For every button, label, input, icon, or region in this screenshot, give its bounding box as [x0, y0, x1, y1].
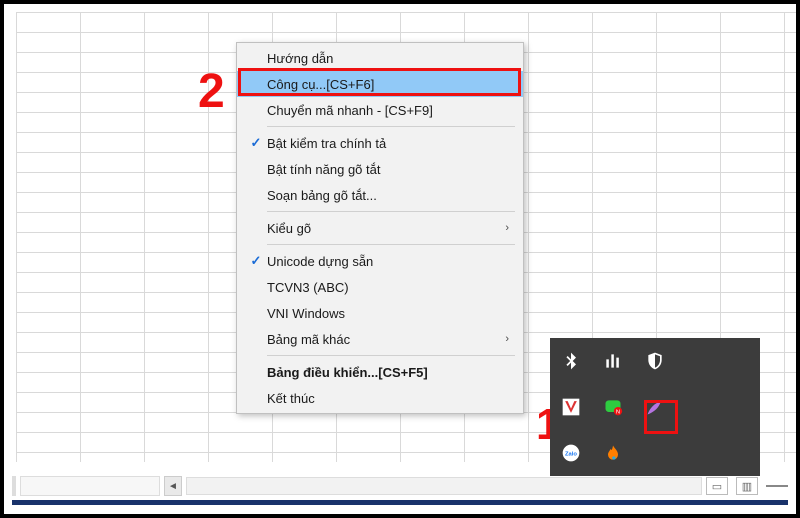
menu-separator — [267, 126, 515, 127]
menu-item-label: Bật tính năng gõ tắt — [267, 162, 497, 177]
menu-item[interactable]: Kết thúc — [237, 385, 523, 411]
menu-separator — [267, 211, 515, 212]
unikey-icon[interactable] — [550, 384, 592, 430]
menu-item[interactable]: TCVN3 (ABC) — [237, 274, 523, 300]
view-mode-button[interactable]: ▭ — [706, 477, 728, 495]
menu-item-label: Unicode dựng sẵn — [267, 254, 497, 269]
tray-empty — [676, 430, 718, 476]
menu-item-label: Hướng dẫn — [267, 51, 497, 66]
menu-separator — [267, 244, 515, 245]
zoom-out-button[interactable] — [766, 485, 788, 487]
zalo-icon[interactable]: Zalo — [550, 430, 592, 476]
tray-empty — [676, 384, 718, 430]
shield-icon[interactable] — [634, 338, 676, 384]
scroll-left-button[interactable]: ◄ — [164, 476, 182, 496]
tray-empty — [718, 430, 760, 476]
sheet-tab-area[interactable] — [20, 476, 160, 496]
bluetooth-icon[interactable] — [550, 338, 592, 384]
menu-item[interactable]: ✓Unicode dựng sẵn — [237, 248, 523, 274]
menu-item[interactable]: Công cụ...[CS+F6] — [237, 71, 523, 97]
submenu-chevron-icon: › — [497, 333, 509, 345]
menu-item-label: Bật kiểm tra chính tả — [267, 136, 497, 151]
menu-item-label: VNI Windows — [267, 306, 497, 321]
page-layout-button[interactable]: ▥ — [736, 477, 758, 495]
tray-empty — [634, 430, 676, 476]
menu-item[interactable]: Soạn bảng gõ tắt... — [237, 182, 523, 208]
menu-item[interactable]: Kiểu gõ› — [237, 215, 523, 241]
menu-item-label: Kiểu gõ — [267, 221, 497, 236]
system-tray-popup: N Zalo — [550, 338, 760, 476]
submenu-chevron-icon: › — [497, 222, 509, 234]
menu-item[interactable]: Hướng dẫn — [237, 45, 523, 71]
menu-item-label: Bảng điều khiển...[CS+F5] — [267, 365, 497, 380]
equalizer-icon[interactable] — [592, 338, 634, 384]
svg-text:N: N — [616, 410, 620, 416]
window-bottom-accent — [12, 500, 788, 505]
menu-item[interactable]: Bảng mã khác› — [237, 326, 523, 352]
tray-empty — [676, 338, 718, 384]
screenshot-frame: Hướng dẫn Công cụ...[CS+F6] Chuyển mã nhan… — [0, 0, 800, 518]
scrollbar-track[interactable] — [186, 477, 702, 495]
menu-item[interactable]: Bảng điều khiển...[CS+F5] — [237, 359, 523, 385]
menu-item-label: Chuyển mã nhanh - [CS+F9] — [267, 103, 497, 118]
scrollbar-grip[interactable] — [12, 476, 16, 496]
menu-item-label: Công cụ...[CS+F6] — [267, 77, 497, 92]
chat-icon[interactable]: N — [592, 384, 634, 430]
menu-item-label: Bảng mã khác — [267, 332, 497, 347]
horizontal-scrollbar[interactable]: ◄ ▭ ▥ — [12, 474, 788, 498]
callout-number-2: 2 — [198, 64, 225, 119]
tray-empty — [718, 338, 760, 384]
check-icon: ✓ — [245, 135, 267, 151]
unikey-context-menu: Hướng dẫn Công cụ...[CS+F6] Chuyển mã nhan… — [236, 42, 524, 414]
pen-icon[interactable] — [634, 384, 676, 430]
check-icon: ✓ — [245, 253, 267, 269]
menu-item-label: Soạn bảng gõ tắt... — [267, 188, 497, 203]
menu-item[interactable]: Chuyển mã nhanh - [CS+F9] — [237, 97, 523, 123]
tray-empty — [718, 384, 760, 430]
menu-item[interactable]: VNI Windows — [237, 300, 523, 326]
menu-item-label: TCVN3 (ABC) — [267, 280, 497, 295]
menu-item[interactable]: ✓Bật kiểm tra chính tả — [237, 130, 523, 156]
svg-text:Zalo: Zalo — [565, 452, 577, 458]
menu-separator — [267, 355, 515, 356]
flame-icon[interactable] — [592, 430, 634, 476]
menu-item-label: Kết thúc — [267, 391, 497, 406]
menu-item[interactable]: Bật tính năng gõ tắt — [237, 156, 523, 182]
